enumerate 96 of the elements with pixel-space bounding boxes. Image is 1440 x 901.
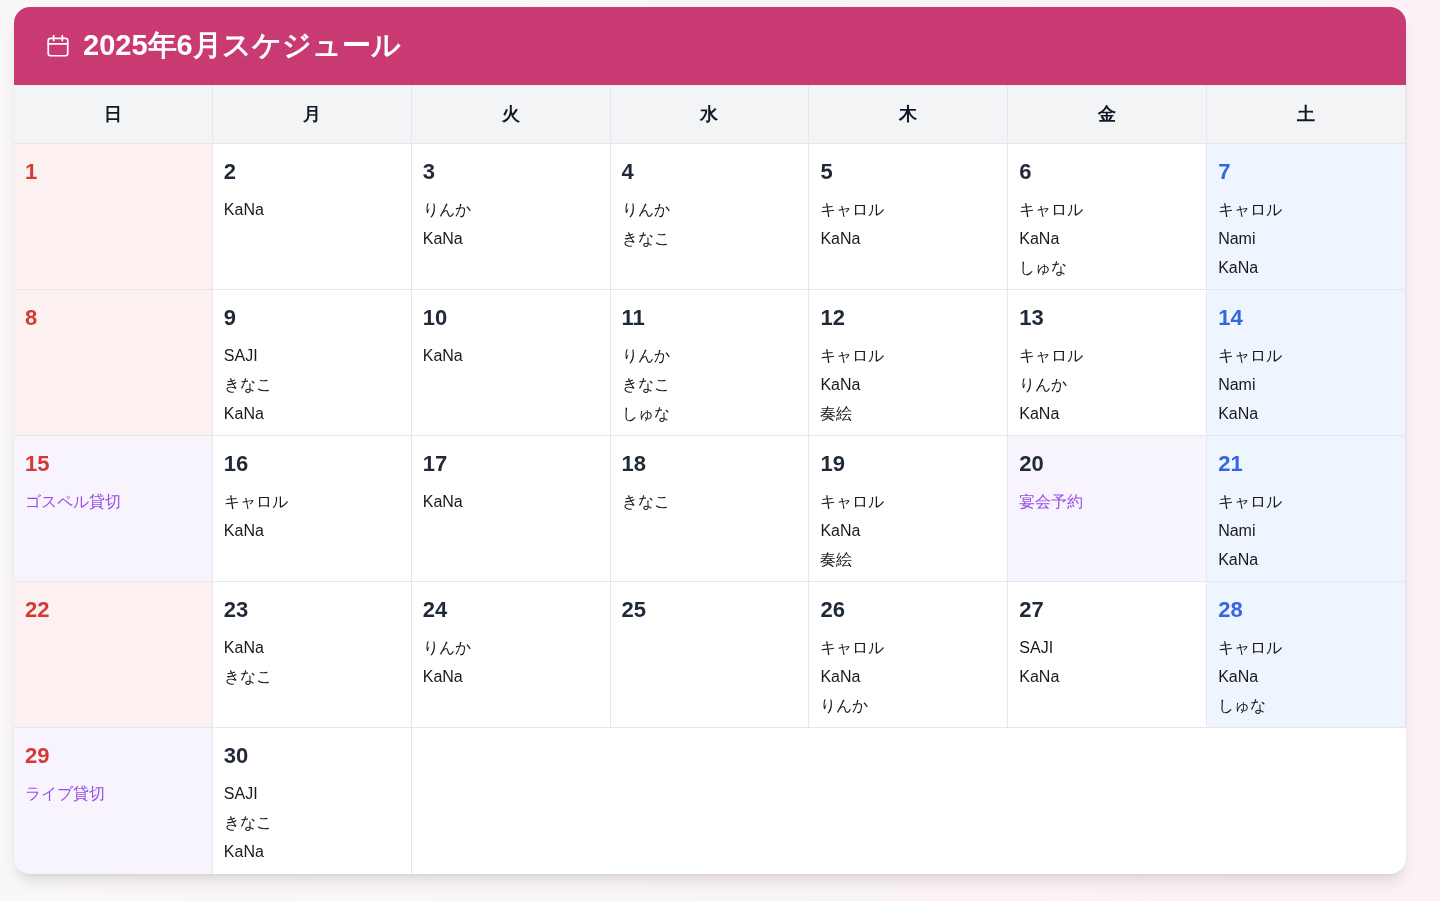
staff-name: りんか [621,200,670,220]
staff-name: キャロル [820,200,885,220]
staff-name: SAJI [223,784,258,804]
staff-name: りんか [422,200,471,220]
staff-name: きなこ [223,667,272,687]
weekday-header: 木 [809,85,1009,144]
staff-name: キャロル [820,346,885,366]
weekday-header: 月 [212,85,412,144]
day-number: 13 [1019,304,1044,332]
weekday-header: 金 [1008,85,1208,144]
day-number: 23 [223,596,249,624]
weekday-header: 火 [411,85,611,144]
staff-name: KaNa [1218,404,1259,424]
day-number: 21 [1218,450,1243,478]
staff-name: きなこ [223,813,272,833]
staff-name: りんか [1019,375,1068,395]
staff-name: KaNa [820,229,861,249]
staff-name: Nami [1218,521,1256,541]
day-number: 14 [1218,304,1243,332]
staff-name: KaNa [223,842,264,862]
staff-name: KaNa [422,667,463,687]
calendar-title: 2025年6月スケジュール [83,28,401,64]
staff-name: キャロル [1218,492,1283,512]
day-number: 18 [621,450,647,478]
staff-name: キャロル [1218,346,1283,366]
staff-name: KaNa [820,375,861,395]
day-number: 8 [25,304,38,332]
staff-name: KaNa [1019,667,1060,687]
staff-name: KaNa [820,521,861,541]
day-number: 3 [422,158,435,186]
staff-name: りんか [820,696,869,716]
staff-name: KaNa [223,200,264,220]
day-number: 29 [25,742,50,770]
staff-name: KaNa [422,346,463,366]
staff-name: SAJI [223,346,258,366]
staff-name: りんか [422,638,471,658]
day-number: 15 [25,450,50,478]
staff-name: 奏絵 [820,550,853,570]
staff-name: KaNa [1218,667,1259,687]
staff-name: キャロル [1218,200,1283,220]
day-number: 30 [223,742,249,770]
staff-name: きなこ [621,492,670,512]
staff-name: キャロル [1019,200,1084,220]
staff-name: KaNa [1218,550,1259,570]
day-number: 26 [820,596,845,624]
day-number: 10 [422,304,448,332]
day-number: 22 [25,596,50,624]
day-number: 20 [1019,450,1044,478]
day-number: 19 [820,450,845,478]
day-number: 27 [1019,596,1044,624]
staff-name: 奏絵 [820,404,853,424]
day-number: 4 [621,158,634,186]
staff-name: Nami [1218,229,1256,249]
staff-name: キャロル [820,638,885,658]
day-number: 24 [422,596,448,624]
day-number: 6 [1019,158,1032,186]
staff-name: キャロル [1019,346,1084,366]
staff-name: KaNa [223,638,264,658]
staff-name: りんか [621,346,670,366]
event-label: ゴスペル貸切 [25,492,121,512]
day-number: 12 [820,304,845,332]
staff-name: KaNa [1019,229,1060,249]
staff-name: キャロル [820,492,885,512]
day-number: 1 [25,158,38,186]
day-number: 9 [223,304,237,332]
weekday-header: 土 [1207,85,1406,144]
event-label: 宴会予約 [1019,492,1084,512]
staff-name: キャロル [1218,638,1283,658]
day-number: 25 [621,596,647,624]
staff-name: SAJI [1019,638,1054,658]
day-number: 16 [223,450,249,478]
staff-name: KaNa [223,521,264,541]
day-number: 28 [1218,596,1243,624]
staff-name: きなこ [223,375,272,395]
staff-name: しゅな [621,404,670,424]
day-number: 17 [422,450,448,478]
day-number: 11 [621,304,645,332]
weekday-header: 水 [610,85,810,144]
staff-name: きなこ [621,229,670,249]
calendar-icon [45,33,71,59]
staff-name: KaNa [223,404,264,424]
staff-name: しゅな [1218,696,1267,716]
weekday-header: 日 [14,85,213,144]
event-label: ライブ貸切 [25,784,105,804]
day-number: 5 [820,158,833,186]
day-number: 7 [1218,158,1231,186]
staff-name: KaNa [1019,404,1060,424]
staff-name: しゅな [1019,258,1068,278]
staff-name: キャロル [223,492,288,512]
staff-name: KaNa [820,667,861,687]
staff-name: Nami [1218,375,1256,395]
staff-name: KaNa [422,229,463,249]
staff-name: KaNa [1218,258,1259,278]
day-number: 2 [223,158,237,186]
staff-name: きなこ [621,375,670,395]
staff-name: KaNa [422,492,463,512]
